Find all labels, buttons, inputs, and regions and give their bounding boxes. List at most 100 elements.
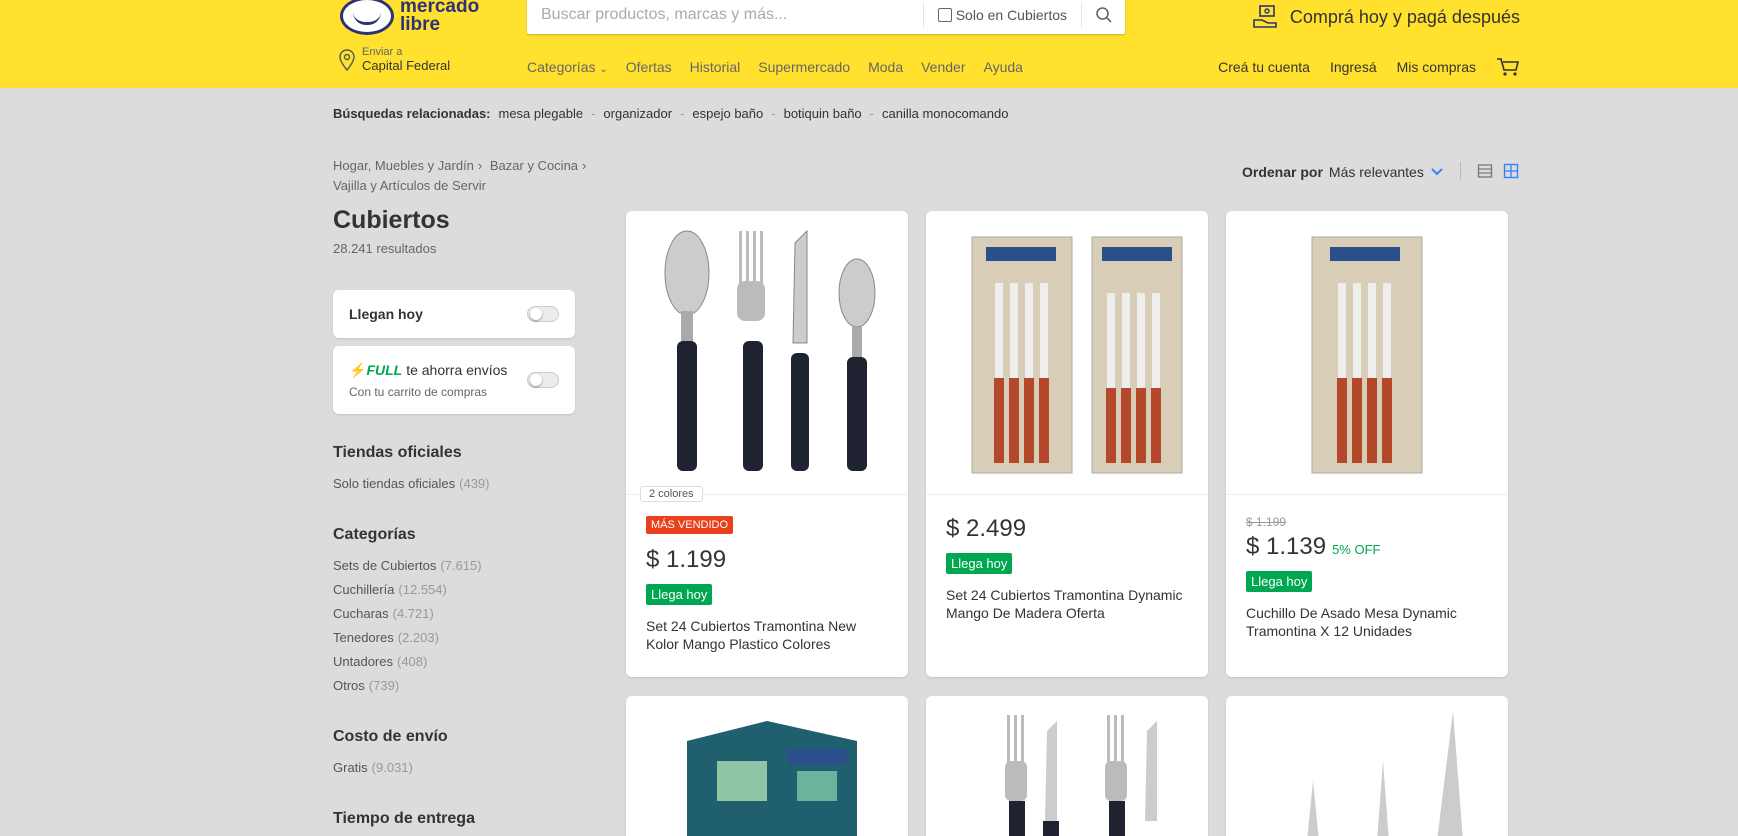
grid-view-icon[interactable] xyxy=(1503,163,1519,179)
product-card[interactable]: $ 1.199 $ 1.139 5% OFF Llega hoy Cuchillo… xyxy=(1226,211,1508,677)
search-button[interactable] xyxy=(1081,2,1125,28)
search-input[interactable] xyxy=(527,0,923,34)
filter-llegan-hoy[interactable]: Llegan hoy xyxy=(333,290,575,338)
nav-categorias[interactable]: Categorías ⌄ xyxy=(527,59,608,75)
nav-vender[interactable]: Vender xyxy=(921,59,965,75)
product-image[interactable] xyxy=(1226,211,1508,495)
product-image[interactable] xyxy=(626,696,908,836)
product-title[interactable]: Set 24 Cubiertos Tramontina New Kolor Ma… xyxy=(646,617,888,653)
filters-sidebar: Cubiertos 28.241 resultados Llegan hoy ⚡… xyxy=(333,206,575,836)
filter-option[interactable]: Untadores (408) xyxy=(333,650,575,674)
shipping-badge: Llega hoy xyxy=(946,553,1013,574)
nav-historial[interactable]: Historial xyxy=(690,59,741,75)
user-nav: Creá tu cuenta Ingresá Mis compras xyxy=(1218,57,1520,77)
nav-ayuda[interactable]: Ayuda xyxy=(983,59,1022,75)
hand-money-icon xyxy=(1253,5,1277,28)
product-card[interactable] xyxy=(626,696,908,836)
page-title: Cubiertos xyxy=(333,206,450,234)
product-image[interactable] xyxy=(1226,696,1508,836)
main-nav: Categorías ⌄ Ofertas Historial Supermerc… xyxy=(527,59,1023,75)
filter-option[interactable]: Otros (739) xyxy=(333,674,575,698)
filter-option[interactable]: Cuchillería (12.554) xyxy=(333,578,575,602)
filter-sublabel: Con tu carrito de compras xyxy=(349,384,488,399)
filter-option[interactable]: Solo tiendas oficiales (439) xyxy=(333,472,575,496)
knife-fork-pack-image xyxy=(971,236,1183,473)
separator: - xyxy=(591,106,596,121)
login-link[interactable]: Ingresá xyxy=(1330,59,1377,75)
filter-section-categorias: Categorías Sets de Cubiertos (7.615) Cuch… xyxy=(333,526,575,698)
sort-control[interactable]: Ordenar por Más relevantes xyxy=(1242,164,1444,180)
cutlery-image xyxy=(664,229,876,471)
shipping-badge: Llega hoy xyxy=(646,584,713,605)
separator: - xyxy=(869,106,875,121)
separator: - xyxy=(771,106,776,121)
full-toggle[interactable] xyxy=(527,372,559,388)
divider xyxy=(1460,162,1461,180)
breadcrumb-item[interactable]: Hogar, Muebles y Jardín xyxy=(333,158,474,173)
related-searches: Búsquedas relacionadas: mesa plegable - … xyxy=(333,106,1008,121)
filter-section-title: Tiendas oficiales xyxy=(333,444,462,461)
location-pin-icon xyxy=(339,48,355,71)
filter-option[interactable]: Tenedores (2.203) xyxy=(333,626,575,650)
nav-moda[interactable]: Moda xyxy=(868,59,903,75)
search-scope-label: Solo en Cubiertos xyxy=(955,7,1067,23)
list-view-icon[interactable] xyxy=(1477,163,1493,179)
chevron-right-icon: › xyxy=(477,158,483,173)
original-price: $ 1.199 xyxy=(1246,515,1287,529)
related-search-link[interactable]: organizador xyxy=(603,106,672,121)
price: $ 1.199 xyxy=(646,546,727,573)
breadcrumb-item[interactable]: Bazar y Cocina xyxy=(490,158,578,173)
related-search-link[interactable]: botiquin baño xyxy=(784,106,862,121)
nav-supermercado[interactable]: Supermercado xyxy=(758,59,850,75)
related-searches-label: Búsquedas relacionadas: xyxy=(333,106,491,121)
handshake-logo-icon xyxy=(340,0,394,35)
view-toggle xyxy=(1460,162,1519,180)
my-purchases-link[interactable]: Mis compras xyxy=(1397,59,1476,75)
llegan-hoy-toggle[interactable] xyxy=(527,306,559,322)
product-card[interactable]: $ 2.499 Llega hoy Set 24 Cubiertos Tramo… xyxy=(926,211,1208,677)
search-scope-checkbox[interactable] xyxy=(937,8,952,22)
knife-pack-image xyxy=(1311,236,1423,473)
knife-set-image xyxy=(1307,711,1463,836)
create-account-link[interactable]: Creá tu cuenta xyxy=(1218,59,1310,75)
breadcrumb-item[interactable]: Vajilla y Artículos de Servir xyxy=(333,178,486,193)
related-search-link[interactable]: espejo baño xyxy=(692,106,763,121)
location-selector[interactable]: Enviar a Capital Federal xyxy=(338,46,450,73)
product-image[interactable] xyxy=(926,696,1208,836)
sort-value: Más relevantes xyxy=(1328,164,1424,180)
search-scope-filter[interactable]: Solo en Cubiertos xyxy=(922,2,1081,28)
fork-knife-image xyxy=(1005,715,1157,836)
cart-icon[interactable] xyxy=(1496,57,1520,77)
product-image[interactable]: 2 colores xyxy=(626,211,908,502)
best-seller-badge: MÁS VENDIDO xyxy=(646,516,734,534)
filter-section-tiendas: Tiendas oficiales Solo tiendas oficiales… xyxy=(333,444,575,496)
cutlery-box-image xyxy=(687,721,857,836)
filter-option[interactable]: Cucharas (4.721) xyxy=(333,602,575,626)
product-card[interactable] xyxy=(1226,696,1508,836)
sort-label: Ordenar por xyxy=(1242,164,1323,180)
location-city: Capital Federal xyxy=(362,58,451,73)
related-search-link[interactable]: canilla monocomando xyxy=(882,106,1008,121)
related-search-link[interactable]: mesa plegable xyxy=(499,106,584,121)
product-card[interactable]: 2 colores MÁS VENDIDO $ 1.199 Llega hoy … xyxy=(626,211,908,677)
full-tag: FULL xyxy=(366,361,403,378)
product-card[interactable] xyxy=(926,696,1208,836)
chevron-right-icon: › xyxy=(582,158,587,173)
filter-section-title: Categorías xyxy=(333,526,416,543)
filter-section-title: Costo de envío xyxy=(333,728,448,745)
filter-full[interactable]: ⚡FULL te ahorra envíos Con tu carrito de … xyxy=(333,346,575,414)
colors-chip[interactable]: 2 colores xyxy=(640,486,703,502)
product-title[interactable]: Cuchillo De Asado Mesa Dynamic Tramontin… xyxy=(1246,604,1488,640)
header: mercado libre Solo en Cubiertos Comprá h… xyxy=(0,0,1738,88)
product-image[interactable] xyxy=(926,211,1208,495)
filter-option[interactable]: Gratis (9.031) xyxy=(333,756,575,780)
filter-section-envio: Costo de envío Gratis (9.031) xyxy=(333,728,575,780)
nav-ofertas[interactable]: Ofertas xyxy=(626,59,672,75)
promo-banner[interactable]: Comprá hoy y pagá después xyxy=(1252,4,1520,30)
filter-section-entrega: Tiempo de entrega xyxy=(333,810,575,828)
logo-text: mercado libre xyxy=(400,0,480,35)
product-title[interactable]: Set 24 Cubiertos Tramontina Dynamic Mang… xyxy=(946,586,1188,622)
filter-option[interactable]: Sets de Cubiertos (7.615) xyxy=(333,554,575,578)
logo[interactable]: mercado libre xyxy=(340,0,480,38)
filter-label: ⚡FULL te ahorra envíos xyxy=(349,361,508,378)
